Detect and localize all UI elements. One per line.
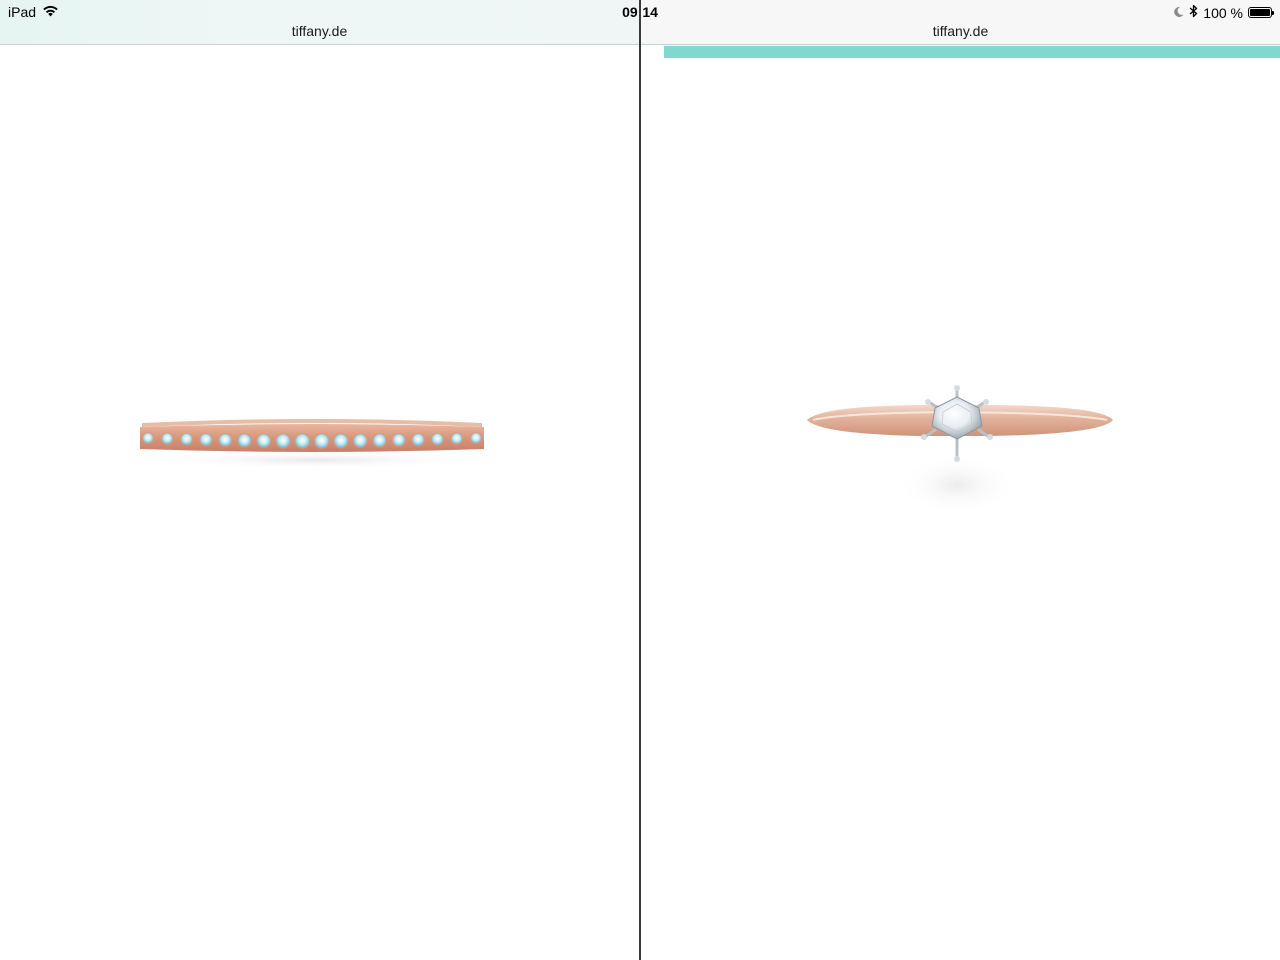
ring-shadow — [897, 455, 1017, 515]
bluetooth-icon — [1189, 4, 1198, 21]
band-diamond — [199, 432, 213, 447]
band-diamond — [237, 433, 252, 448]
band-diamond — [450, 432, 463, 445]
band-diamond — [256, 433, 272, 449]
left-pane: tiffany.de — [0, 0, 639, 960]
battery-fill — [1250, 9, 1270, 16]
solitaire-ring-image[interactable] — [801, 380, 1121, 520]
band-diamond — [313, 433, 330, 449]
right-url-text[interactable]: tiffany.de — [641, 23, 1280, 39]
battery-icon — [1248, 7, 1274, 18]
prong-tip — [925, 399, 931, 405]
band-shadow — [140, 451, 490, 469]
band-diamond — [352, 433, 368, 449]
status-right: 100 % — [1173, 4, 1274, 21]
prong-tip — [987, 434, 993, 440]
band-diamond — [180, 432, 194, 446]
band-diamond — [275, 433, 291, 449]
eternity-band-image[interactable] — [130, 405, 500, 480]
prong-tip — [983, 399, 989, 405]
prong-tip — [954, 456, 960, 462]
band-diamond — [470, 432, 482, 444]
band-diamond — [333, 433, 349, 449]
split-view-divider[interactable] — [639, 0, 641, 960]
band-diamond — [372, 433, 387, 448]
split-view-screen: iPad 09:14 100 % — [0, 0, 1280, 960]
band-diamond — [411, 432, 425, 447]
prong-tip — [954, 385, 960, 391]
right-pane: tiffany.de — [641, 0, 1280, 960]
band-diamond — [294, 433, 311, 449]
band-diamond — [161, 432, 174, 445]
band-diamond — [218, 433, 233, 447]
tiffany-blue-strip — [664, 46, 1280, 58]
left-url-text[interactable]: tiffany.de — [0, 23, 639, 39]
battery-percentage: 100 % — [1203, 4, 1243, 21]
prong-tip — [921, 434, 927, 440]
band-diamond — [430, 432, 444, 446]
band-diamond — [391, 433, 406, 447]
moon-icon — [1173, 5, 1184, 21]
band-diamond — [142, 432, 154, 444]
